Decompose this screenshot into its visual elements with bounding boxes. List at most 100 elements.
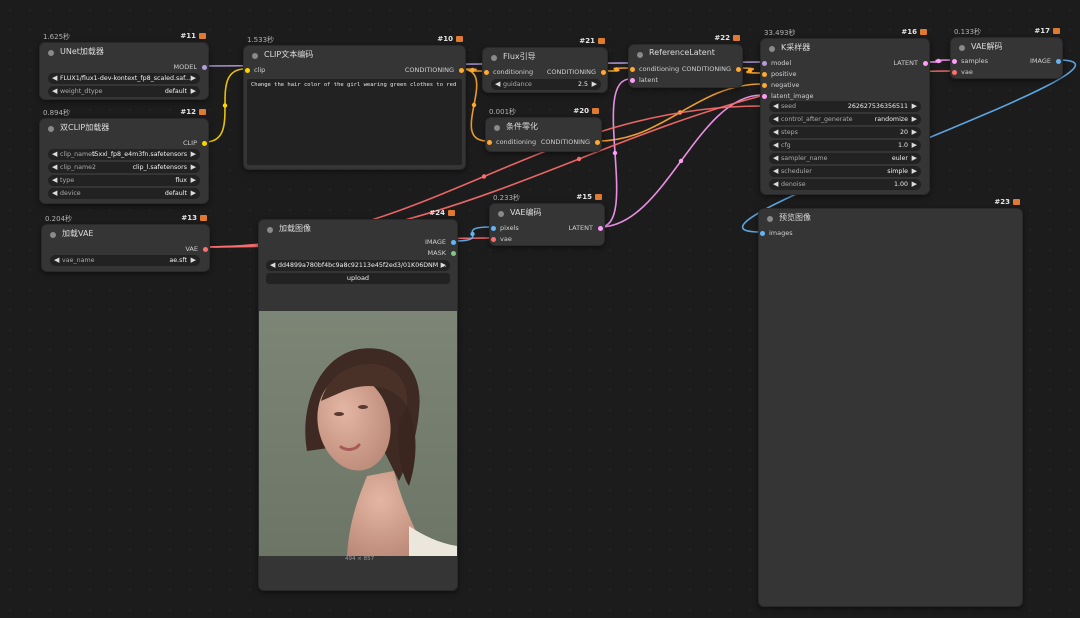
collapse-dot-icon[interactable] xyxy=(767,216,773,222)
node-ksampler[interactable]: 33.493秒 #16 K采样器 model positive negative… xyxy=(760,28,930,195)
weight-dtype-combo[interactable]: ◀ weight_dtype default ▶ xyxy=(48,86,200,97)
node-header[interactable]: 双CLIP加载器 xyxy=(40,119,208,139)
seed-widget[interactable]: ◀ seed 262627536356511 ▶ xyxy=(769,101,921,112)
arrow-right-icon[interactable]: ▶ xyxy=(912,141,917,149)
node-header[interactable]: Flux引导 xyxy=(483,48,607,68)
clip-name1-combo[interactable]: ◀ clip_name1 t5xxl_fp8_e4m3fn.safetensors ▶ xyxy=(48,149,200,160)
output-conditioning-port[interactable] xyxy=(736,67,741,72)
collapse-dot-icon[interactable] xyxy=(959,45,965,51)
collapse-dot-icon[interactable] xyxy=(267,227,273,233)
arrow-right-icon[interactable]: ▶ xyxy=(191,256,196,264)
output-vae-port[interactable] xyxy=(203,247,208,252)
upload-button[interactable]: upload xyxy=(266,273,450,284)
node-preview-image[interactable]: #23 预览图像 images xyxy=(758,198,1023,607)
input-samples-port[interactable] xyxy=(952,59,957,64)
node-header[interactable]: 预览图像 xyxy=(759,209,1022,229)
input-negative-port[interactable] xyxy=(762,83,767,88)
arrow-left-icon[interactable]: ◀ xyxy=(495,80,500,88)
collapse-dot-icon[interactable] xyxy=(50,232,56,238)
steps-widget[interactable]: ◀ steps 20 ▶ xyxy=(769,127,921,138)
arrow-left-icon[interactable]: ◀ xyxy=(52,163,57,171)
arrow-right-icon[interactable]: ▶ xyxy=(592,80,597,88)
arrow-right-icon[interactable]: ▶ xyxy=(191,176,196,184)
arrow-right-icon[interactable]: ▶ xyxy=(191,87,196,95)
arrow-right-icon[interactable]: ▶ xyxy=(912,167,917,175)
arrow-left-icon[interactable]: ◀ xyxy=(773,180,778,188)
image-file-combo[interactable]: ◀ dd4899a780bf4bc9a8c92113e45f2ed3/01K06D… xyxy=(266,260,450,271)
arrow-right-icon[interactable]: ▶ xyxy=(441,261,446,269)
node-header[interactable]: ReferenceLatent xyxy=(629,45,742,65)
input-latent-port[interactable] xyxy=(630,78,635,83)
node-vae-encode[interactable]: 0.233秒 #15 VAE编码 pixels vae LATENT xyxy=(489,193,605,246)
output-mask-port[interactable] xyxy=(451,251,456,256)
arrow-left-icon[interactable]: ◀ xyxy=(773,167,778,175)
unet-name-combo[interactable]: ◀ FLUX1/flux1-dev-kontext_fp8_scaled.saf.… xyxy=(48,73,200,84)
output-conditioning-port[interactable] xyxy=(459,68,464,73)
node-flux-guidance[interactable]: #21 Flux引导 conditioning CONDITIONING ◀ gu… xyxy=(482,37,608,93)
collapse-dot-icon[interactable] xyxy=(48,50,54,56)
arrow-right-icon[interactable]: ▶ xyxy=(912,128,917,136)
node-header[interactable]: CLIP文本编码 xyxy=(244,46,465,66)
node-header[interactable]: K采样器 xyxy=(761,39,929,59)
output-clip-port[interactable] xyxy=(202,141,207,146)
arrow-left-icon[interactable]: ◀ xyxy=(52,176,57,184)
arrow-left-icon[interactable]: ◀ xyxy=(52,87,57,95)
input-model-port[interactable] xyxy=(762,61,767,66)
arrow-left-icon[interactable]: ◀ xyxy=(270,261,275,269)
input-vae-port[interactable] xyxy=(491,237,496,242)
input-clip-port[interactable] xyxy=(245,68,250,73)
arrow-left-icon[interactable]: ◀ xyxy=(773,141,778,149)
collapse-dot-icon[interactable] xyxy=(48,126,54,132)
arrow-left-icon[interactable]: ◀ xyxy=(773,128,778,136)
arrow-right-icon[interactable]: ▶ xyxy=(912,115,917,123)
arrow-right-icon[interactable]: ▶ xyxy=(191,189,196,197)
arrow-left-icon[interactable]: ◀ xyxy=(773,115,778,123)
arrow-left-icon[interactable]: ◀ xyxy=(52,150,57,158)
node-reference-latent[interactable]: #22 ReferenceLatent conditioning latent … xyxy=(628,34,743,88)
node-clip-text-encode[interactable]: 1.533秒 #10 CLIP文本编码 clip CONDITIONING Ch… xyxy=(243,35,466,170)
node-header[interactable]: VAE编码 xyxy=(490,204,604,224)
node-load-image[interactable]: #24 加载图像 IMAGE MASK ◀ dd4899a780bf4bc9a8c… xyxy=(258,209,458,591)
node-unet-loader[interactable]: 1.625秒 #11 UNet加载器 MODEL ◀ FLUX1/flux1-de… xyxy=(39,32,209,100)
node-header[interactable]: 加载VAE xyxy=(42,225,209,245)
guidance-slider[interactable]: ◀ guidance 2.5 ▶ xyxy=(491,79,601,90)
arrow-left-icon[interactable]: ◀ xyxy=(52,189,57,197)
input-latent-image-port[interactable] xyxy=(762,94,767,99)
clip-type-combo[interactable]: ◀ type flux ▶ xyxy=(48,175,200,186)
output-image-port[interactable] xyxy=(451,240,456,245)
arrow-right-icon[interactable]: ▶ xyxy=(912,180,917,188)
node-header[interactable]: 加载图像 xyxy=(259,220,457,240)
arrow-right-icon[interactable]: ▶ xyxy=(191,150,196,158)
prompt-textarea[interactable]: Change the hair color of the girl wearin… xyxy=(247,79,462,165)
output-conditioning-port[interactable] xyxy=(595,140,600,145)
node-header[interactable]: VAE解码 xyxy=(951,38,1062,58)
collapse-dot-icon[interactable] xyxy=(498,211,504,217)
input-images-port[interactable] xyxy=(760,231,765,236)
node-conditioning-zero-out[interactable]: 0.001秒 #20 条件零化 conditioning CONDITIONIN… xyxy=(485,107,602,152)
arrow-left-icon[interactable]: ◀ xyxy=(773,154,778,162)
arrow-right-icon[interactable]: ▶ xyxy=(912,102,917,110)
node-header[interactable]: 条件零化 xyxy=(486,118,601,138)
vae-name-combo[interactable]: ◀ vae_name ae.sft ▶ xyxy=(50,255,200,266)
input-pixels-port[interactable] xyxy=(491,226,496,231)
output-latent-port[interactable] xyxy=(598,226,603,231)
output-image-port[interactable] xyxy=(1056,59,1061,64)
clip-name2-combo[interactable]: ◀ clip_name2 clip_l.safetensors ▶ xyxy=(48,162,200,173)
input-conditioning-port[interactable] xyxy=(630,67,635,72)
arrow-right-icon[interactable]: ▶ xyxy=(191,74,196,82)
cfg-widget[interactable]: ◀ cfg 1.0 ▶ xyxy=(769,140,921,151)
collapse-dot-icon[interactable] xyxy=(769,46,775,52)
input-positive-port[interactable] xyxy=(762,72,767,77)
collapse-dot-icon[interactable] xyxy=(494,125,500,131)
collapse-dot-icon[interactable] xyxy=(252,53,258,59)
node-header[interactable]: UNet加载器 xyxy=(40,43,208,63)
output-model-port[interactable] xyxy=(202,65,207,70)
arrow-right-icon[interactable]: ▶ xyxy=(912,154,917,162)
denoise-widget[interactable]: ◀ denoise 1.00 ▶ xyxy=(769,179,921,190)
scheduler-widget[interactable]: ◀ scheduler simple ▶ xyxy=(769,166,921,177)
arrow-left-icon[interactable]: ◀ xyxy=(773,102,778,110)
input-vae-port[interactable] xyxy=(952,70,957,75)
arrow-left-icon[interactable]: ◀ xyxy=(54,256,59,264)
output-conditioning-port[interactable] xyxy=(601,70,606,75)
device-combo[interactable]: ◀ device default ▶ xyxy=(48,188,200,199)
